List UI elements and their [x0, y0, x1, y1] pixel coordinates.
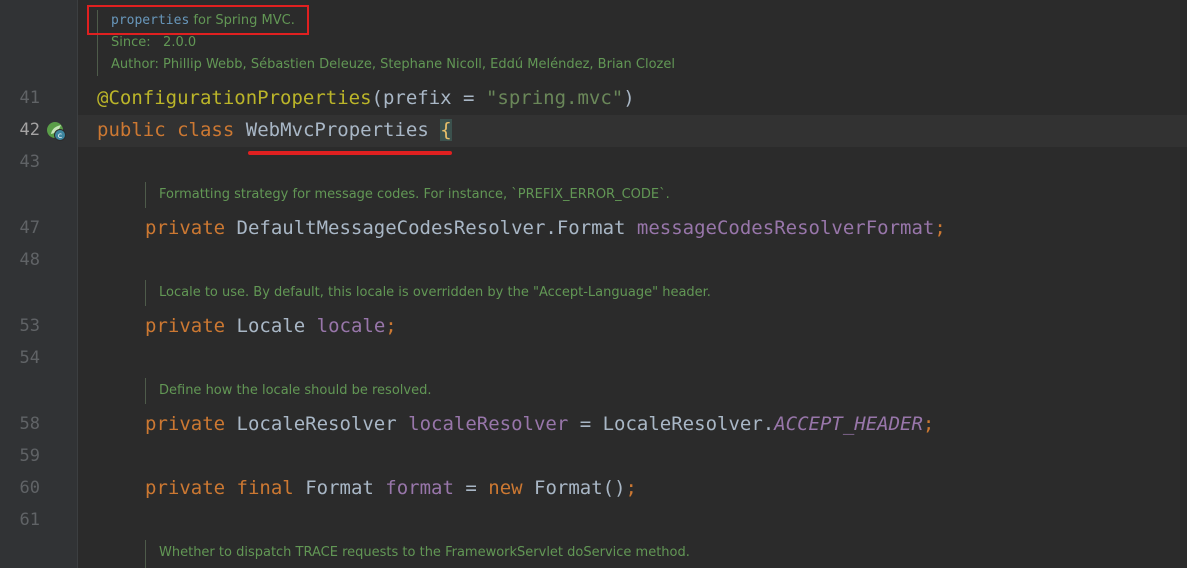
- javadoc-author: Author: Phillip Webb, Sébastien Deleuze,…: [111, 57, 675, 72]
- line-number[interactable]: 53: [0, 316, 40, 336]
- field-name: localeResolver: [408, 413, 569, 435]
- field-name: format: [385, 477, 454, 499]
- red-highlight-box: [87, 5, 309, 35]
- semicolon: ;: [385, 315, 397, 337]
- line-number[interactable]: 42: [0, 120, 40, 140]
- annotation-args-close: ): [623, 87, 635, 109]
- keyword-new: new: [488, 477, 523, 499]
- code-line-47[interactable]: private DefaultMessageCodesResolver.Form…: [145, 216, 946, 240]
- assignment: =: [453, 477, 489, 499]
- open-brace: {: [440, 119, 452, 141]
- keyword-private: private: [145, 315, 226, 337]
- field-name: locale: [316, 315, 386, 337]
- code-line-42[interactable]: public class WebMvcProperties {: [97, 118, 452, 142]
- red-underline: [248, 151, 452, 155]
- keyword-class: class: [177, 119, 235, 141]
- field-type: DefaultMessageCodesResolver.Format: [236, 217, 626, 239]
- field-javadoc: Locale to use. By default, this locale i…: [159, 285, 711, 300]
- field-type: LocaleResolver: [236, 413, 397, 435]
- gutter-divider: [77, 0, 78, 568]
- line-number[interactable]: 54: [0, 348, 40, 368]
- annotation: @ConfigurationProperties: [97, 87, 372, 109]
- line-number[interactable]: 58: [0, 414, 40, 434]
- javadoc-bar: [145, 280, 146, 306]
- line-number[interactable]: 43: [0, 152, 40, 172]
- assignment: = LocaleResolver.: [568, 413, 775, 435]
- constant-value: ACCEPT_HEADER: [774, 413, 923, 435]
- line-number[interactable]: 47: [0, 218, 40, 238]
- javadoc-since: Since: 2.0.0: [111, 34, 196, 52]
- code-line-53[interactable]: private Locale locale;: [145, 314, 397, 338]
- line-number[interactable]: 41: [0, 88, 40, 108]
- javadoc-bar: [145, 540, 146, 568]
- field-type: Locale: [236, 315, 306, 337]
- keyword-private: private: [145, 413, 226, 435]
- javadoc-bar: [145, 182, 146, 208]
- svg-text:c: c: [58, 131, 62, 140]
- line-number[interactable]: 48: [0, 250, 40, 270]
- annotation-string: "spring.mvc": [485, 87, 624, 109]
- keyword-final: final: [236, 477, 294, 499]
- keyword-private: private: [145, 217, 226, 239]
- line-number[interactable]: 61: [0, 510, 40, 530]
- spring-bean-icon[interactable]: c: [46, 121, 66, 141]
- field-javadoc: Formatting strategy for message codes. F…: [159, 187, 670, 202]
- semicolon: ;: [922, 413, 935, 435]
- since-value: 2.0.0: [163, 35, 197, 50]
- field-javadoc: Whether to dispatch TRACE requests to th…: [159, 545, 690, 560]
- code-line-58[interactable]: private LocaleResolver localeResolver = …: [145, 412, 934, 436]
- annotation-args-open: (prefix =: [371, 87, 486, 109]
- semicolon: ;: [625, 477, 637, 499]
- code-line-41[interactable]: @ConfigurationProperties(prefix = "sprin…: [97, 86, 635, 110]
- field-name: messageCodesResolverFormat: [636, 217, 935, 239]
- keyword-public: public: [97, 119, 166, 141]
- line-number[interactable]: 59: [0, 446, 40, 466]
- since-label: Since:: [111, 35, 151, 50]
- keyword-private: private: [145, 477, 226, 499]
- semicolon: ;: [934, 217, 946, 239]
- line-number[interactable]: 60: [0, 478, 40, 498]
- field-javadoc: Define how the locale should be resolved…: [159, 383, 432, 398]
- code-line-60[interactable]: private final Format format = new Format…: [145, 476, 637, 500]
- class-name: WebMvcProperties: [245, 119, 429, 141]
- field-type: Format: [305, 477, 374, 499]
- constructor-call: Format(): [522, 477, 626, 499]
- javadoc-bar: [145, 378, 146, 404]
